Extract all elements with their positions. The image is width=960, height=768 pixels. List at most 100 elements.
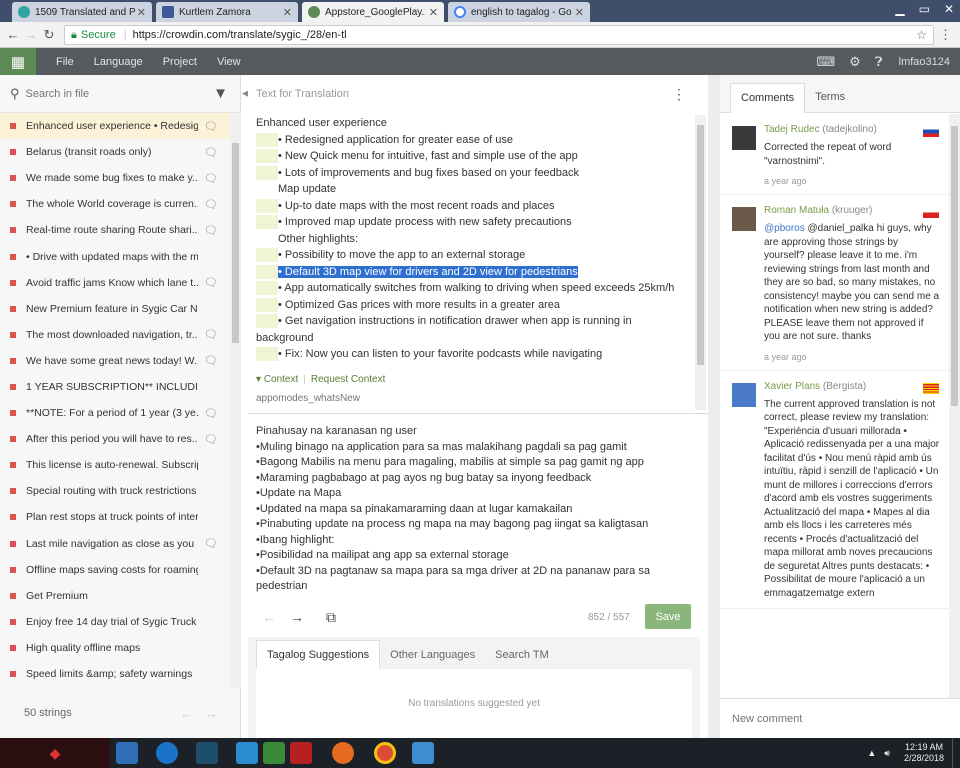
next-page-icon[interactable]: →: [205, 706, 218, 721]
menu-language[interactable]: Language: [94, 56, 143, 68]
string-list-item[interactable]: Enjoy free 14 day trial of Sygic Truck N…: [0, 609, 230, 635]
string-preview: We made some bug fixes to make y...: [26, 172, 198, 185]
copy-source-icon[interactable]: ⧉: [326, 609, 336, 626]
string-list-item[interactable]: New Premium feature in Sygic Car Navi...: [0, 296, 230, 322]
forward-icon[interactable]: →: [22, 27, 40, 42]
volume-icon[interactable]: 🔊︎: [884, 748, 890, 759]
gear-icon[interactable]: ⚙: [849, 54, 861, 70]
comments-scrollbar[interactable]: [949, 114, 960, 698]
explorer-icon[interactable]: [116, 742, 138, 764]
string-list-item[interactable]: Get Premium: [0, 583, 230, 609]
previous-icon[interactable]: ←: [262, 609, 276, 625]
string-list-item[interactable]: • Drive with updated maps with the mo...: [0, 243, 230, 269]
string-list-item[interactable]: We have some great news today! W... 🗨︎: [0, 348, 230, 374]
close-icon[interactable]: ✕: [137, 6, 146, 19]
maximize-icon[interactable]: ▭: [919, 2, 930, 16]
menu-project[interactable]: Project: [163, 56, 197, 68]
avatar[interactable]: [732, 382, 756, 407]
string-list-item[interactable]: We made some bug fixes to make y... 🗨︎: [0, 165, 230, 191]
translation-textarea[interactable]: Pinahusay na karanasan ng user •Muling bi…: [256, 424, 676, 595]
string-list-item[interactable]: Belarus (transit roads only) 🗨︎: [0, 139, 230, 165]
close-window-icon[interactable]: ✕: [944, 2, 954, 16]
apps-grid-icon[interactable]: ▦: [0, 48, 36, 75]
reload-icon[interactable]: ↻: [40, 27, 58, 43]
string-list-item[interactable]: After this period you will have to res..…: [0, 426, 230, 452]
tab-comments[interactable]: Comments: [730, 83, 806, 113]
app-icon[interactable]: [412, 742, 434, 764]
tab-tagalog-suggestions[interactable]: Tagalog Suggestions: [256, 640, 381, 669]
string-list-item[interactable]: Special routing with truck restrictions: [0, 478, 230, 504]
string-list-item[interactable]: **NOTE: For a period of 1 year (3 ye... 🗨…: [0, 400, 230, 426]
browser-tab-4[interactable]: english to tagalog - Goo ✕: [448, 2, 590, 22]
browser-tab-1[interactable]: 1509 Translated and Pro ✕: [12, 2, 152, 22]
comment-author[interactable]: Tadej Rudec (tadejkolino): [764, 124, 941, 135]
app-icon[interactable]: [290, 742, 312, 764]
tray-arrow-icon[interactable]: ▲: [867, 748, 876, 758]
context-toggle[interactable]: ▾ Context: [256, 374, 298, 385]
more-options-icon[interactable]: ⋮: [672, 86, 686, 103]
firefox-icon[interactable]: [332, 742, 354, 764]
search-input[interactable]: [25, 87, 196, 100]
string-list-item[interactable]: Enhanced user experience • Redesig... 🗨︎: [0, 113, 230, 140]
system-tray: ▲ 🔊︎ 12:19 AM 2/28/2018: [867, 738, 960, 768]
untranslated-status-icon: [10, 201, 16, 208]
browser-tab-3[interactable]: Appstore_GooglePlay.xm ✕: [302, 2, 444, 22]
username[interactable]: lmfao3124: [899, 56, 950, 68]
show-desktop[interactable]: [952, 738, 960, 768]
browser-menu-icon[interactable]: ⋮: [939, 27, 952, 43]
clock[interactable]: 12:19 AM 2/28/2018: [904, 742, 944, 764]
app-icon[interactable]: [236, 742, 258, 764]
chrome-icon[interactable]: [374, 742, 396, 764]
strings-scrollbar[interactable]: [230, 113, 241, 688]
prev-page-icon[interactable]: ←: [180, 706, 193, 721]
tab-search-tm[interactable]: Search TM: [485, 649, 559, 669]
string-list-item[interactable]: Real-time route sharing Route shari... 🗨︎: [0, 217, 230, 243]
help-icon[interactable]: ❓︎: [875, 54, 883, 70]
menu-file[interactable]: File: [56, 56, 74, 68]
source-scrollbar[interactable]: [695, 115, 706, 410]
string-list-item[interactable]: High quality offline maps: [0, 635, 230, 661]
address-bar[interactable]: 🔒︎ Secure | https://crowdin.com/translat…: [64, 25, 934, 45]
string-list-item[interactable]: Plan rest stops at truck points of inter…: [0, 504, 230, 530]
save-button[interactable]: Save: [645, 604, 691, 629]
browser-tab-2[interactable]: Kurtlem Zamora ✕: [156, 2, 298, 22]
media-player-icon[interactable]: [156, 742, 178, 764]
string-list-item[interactable]: Offline maps saving costs for roaming d.…: [0, 557, 230, 583]
translation-line: pedestrian: [256, 580, 308, 592]
folder-icon[interactable]: [196, 742, 218, 764]
string-list-item[interactable]: Last mile navigation as close as you ...…: [0, 531, 230, 557]
string-list-item[interactable]: Avoid traffic jams Know which lane t... 🗨…: [0, 270, 230, 296]
back-icon[interactable]: ←: [4, 27, 22, 42]
start-button[interactable]: ◆: [0, 738, 110, 768]
minimize-icon[interactable]: ▁: [895, 2, 904, 16]
untranslated-status-icon: [10, 149, 16, 156]
next-icon[interactable]: →: [290, 609, 304, 625]
string-list-item[interactable]: Speed limits &amp; safety warnings: [0, 661, 230, 687]
close-icon[interactable]: ✕: [429, 6, 438, 19]
bookmark-star-icon[interactable]: ☆: [916, 28, 927, 42]
comment-author[interactable]: Xavier Plans (Bergista): [764, 381, 941, 392]
panel-splitter[interactable]: [708, 75, 720, 738]
string-list-item[interactable]: The whole World coverage is curren... 🗨︎: [0, 191, 230, 217]
app-icon[interactable]: [263, 742, 285, 764]
avatar[interactable]: [732, 207, 756, 231]
tab-other-languages[interactable]: Other Languages: [380, 649, 485, 669]
close-icon[interactable]: ✕: [575, 6, 584, 19]
keyboard-icon[interactable]: ⌨: [816, 54, 835, 70]
comment-time: a year ago: [764, 351, 807, 362]
tab-terms[interactable]: Terms: [805, 91, 855, 112]
string-list-item[interactable]: 1 YEAR SUBSCRIPTION** INCLUDING FR...: [0, 374, 230, 400]
string-list-item[interactable]: The most downloaded navigation, tr... 🗨︎: [0, 322, 230, 348]
avatar[interactable]: [732, 126, 756, 150]
request-context-link[interactable]: Request Context: [311, 374, 386, 385]
new-comment-input[interactable]: [720, 698, 960, 738]
close-icon[interactable]: ✕: [283, 6, 292, 19]
filter-icon[interactable]: ▼: [213, 85, 228, 102]
comment-author[interactable]: Roman Matuła (kruuger): [764, 205, 941, 216]
string-list-item[interactable]: This license is auto-renewal. Subscripti…: [0, 452, 230, 478]
strings-footer: 50 strings ← →: [0, 688, 240, 738]
untranslated-status-icon: [10, 123, 16, 130]
user-mention[interactable]: @pboros: [764, 223, 805, 234]
menu-view[interactable]: View: [217, 56, 241, 68]
comment-item: Roman Matuła (kruuger) @pboros @daniel_pa…: [720, 195, 949, 371]
